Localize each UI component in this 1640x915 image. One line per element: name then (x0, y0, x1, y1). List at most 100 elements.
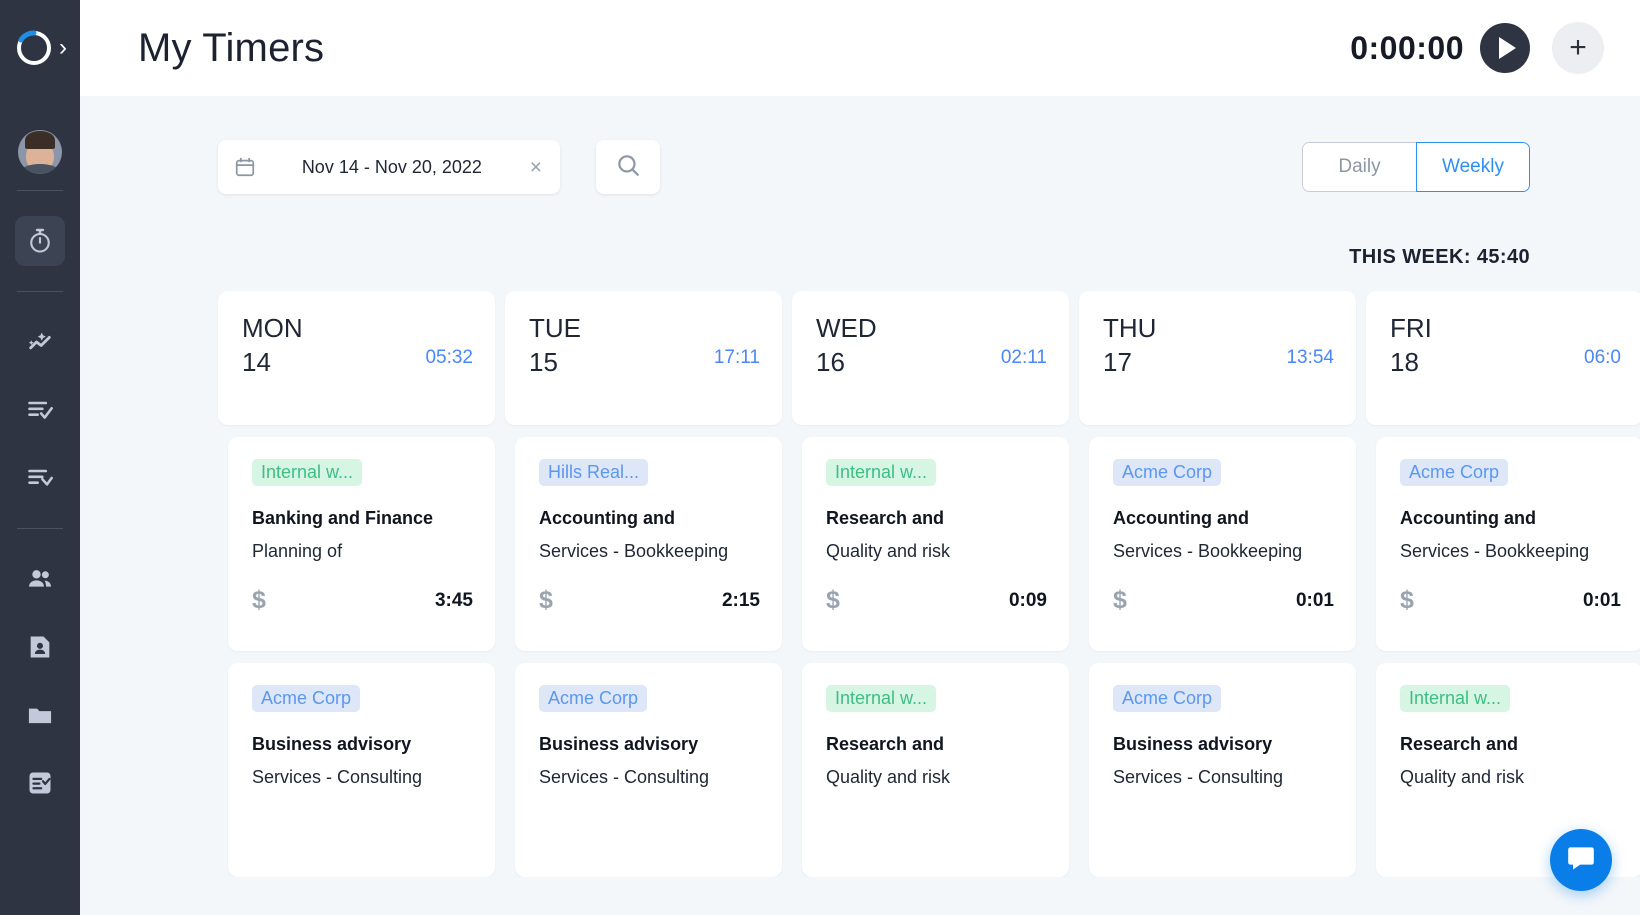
entry-description: Planning of (252, 541, 473, 562)
day-header-card[interactable]: THU 17 13:54 (1079, 291, 1356, 425)
entry-task: Research and (1400, 734, 1621, 755)
sidebar-item-tasks-done[interactable] (15, 385, 65, 435)
entry-description: Services - Consulting (252, 767, 473, 788)
entry-task: Banking and Finance (252, 508, 473, 529)
entry-description: Services - Consulting (539, 767, 760, 788)
sidebar-item-team[interactable] (15, 554, 65, 604)
entry-column: Hills Real... Accounting and Services - … (505, 425, 792, 651)
view-mode-toggle: Daily Weekly (1302, 142, 1530, 192)
timer-entry-row-1: Internal w... Banking and Finance Planni… (218, 425, 1640, 651)
day-header-card[interactable]: MON 14 05:32 (218, 291, 495, 425)
sidebar-divider-3 (17, 528, 63, 529)
main-area: My Timers 0:00:00 + (80, 0, 1640, 915)
page-title: My Timers (138, 26, 324, 71)
entry-task: Accounting and (1113, 508, 1334, 529)
timer-entry-card[interactable]: Internal w... Research and Quality and r… (802, 437, 1069, 651)
play-icon (1499, 37, 1516, 59)
entry-description: Quality and risk (1400, 767, 1621, 788)
sidebar-item-insights[interactable] (15, 317, 65, 367)
billable-dollar-icon[interactable]: $ (1113, 586, 1127, 615)
trend-sparkle-icon (26, 328, 54, 356)
timer-entry-card[interactable]: Hills Real... Accounting and Services - … (515, 437, 782, 651)
timer-entry-card[interactable]: Acme Corp Accounting and Services - Book… (1089, 437, 1356, 651)
entry-description: Services - Consulting (1113, 767, 1334, 788)
entry-task: Business advisory (1113, 734, 1334, 755)
day-column: TUE 15 17:11 (505, 291, 792, 425)
content-area: Nov 14 - Nov 20, 2022 × Daily Weekly (80, 96, 1640, 915)
timer-entry-card[interactable]: Internal w... Banking and Finance Planni… (228, 437, 495, 651)
sidebar-item-checklists[interactable] (15, 758, 65, 808)
sidebar-item-timer[interactable] (15, 216, 65, 266)
date-range-picker[interactable]: Nov 14 - Nov 20, 2022 × (218, 140, 560, 194)
sidebar-item-contacts[interactable] (15, 622, 65, 672)
client-tag: Acme Corp (539, 685, 647, 712)
view-mode-daily[interactable]: Daily (1302, 142, 1416, 192)
entry-description: Services - Bookkeeping (1113, 541, 1334, 562)
day-name: MON (242, 315, 473, 342)
start-timer-button[interactable] (1480, 23, 1530, 73)
entry-description: Quality and risk (826, 767, 1047, 788)
entry-task: Business advisory (539, 734, 760, 755)
day-column: THU 17 13:54 (1079, 291, 1366, 425)
calendar-icon (234, 156, 256, 178)
day-header-card[interactable]: FRI 18 06:0 (1366, 291, 1640, 425)
entry-footer: $ 0:09 (826, 586, 1047, 615)
entry-task: Research and (826, 734, 1047, 755)
clear-date-range-icon[interactable]: × (528, 157, 544, 178)
billable-dollar-icon[interactable]: $ (539, 586, 553, 615)
week-grid: MON 14 05:32 TUE 15 17:11 (80, 291, 1640, 877)
billable-dollar-icon[interactable]: $ (1400, 586, 1414, 615)
timer-entry-card[interactable]: Internal w... Research and Quality and r… (802, 663, 1069, 877)
sidebar-item-projects[interactable] (15, 690, 65, 740)
avatar-hair (25, 131, 55, 149)
list-check-icon (26, 396, 54, 424)
day-column: MON 14 05:32 (218, 291, 505, 425)
entry-description: Quality and risk (826, 541, 1047, 562)
day-total: 13:54 (1286, 347, 1334, 369)
day-total: 05:32 (425, 347, 473, 369)
stopwatch-icon (26, 227, 54, 255)
chat-launcher-button[interactable] (1550, 829, 1612, 891)
entry-task: Research and (826, 508, 1047, 529)
sidebar-expand-chevron-icon[interactable]: › (59, 36, 67, 60)
day-total: 02:11 (1001, 347, 1047, 369)
sidebar-item-tasks-pending[interactable] (15, 453, 65, 503)
day-header-card[interactable]: WED 16 02:11 (792, 291, 1069, 425)
day-name: WED (816, 315, 1047, 342)
list-chevron-icon (26, 464, 54, 492)
chat-icon (1565, 842, 1597, 879)
timer-entry-card[interactable]: Acme Corp Business advisory Services - C… (228, 663, 495, 877)
app-logo-icon (13, 27, 55, 69)
client-tag: Hills Real... (539, 459, 648, 486)
day-name: THU (1103, 315, 1334, 342)
timer-entry-card[interactable]: Acme Corp Business advisory Services - C… (1089, 663, 1356, 877)
entry-column: Acme Corp Business advisory Services - C… (505, 651, 792, 877)
folder-icon (26, 701, 54, 729)
entry-column: Acme Corp Accounting and Services - Book… (1366, 425, 1640, 651)
sidebar: › (0, 0, 80, 915)
day-total: 17:11 (714, 347, 760, 369)
timer-entry-card[interactable]: Acme Corp Business advisory Services - C… (515, 663, 782, 877)
entry-column: Internal w... Research and Quality and r… (792, 425, 1079, 651)
billable-dollar-icon[interactable]: $ (826, 586, 840, 615)
entry-duration: 2:15 (722, 590, 760, 612)
people-icon (26, 565, 54, 593)
add-timer-button[interactable]: + (1552, 22, 1604, 74)
entry-column: Internal w... Research and Quality and r… (792, 651, 1079, 877)
top-bar: My Timers 0:00:00 + (80, 0, 1640, 96)
client-tag: Internal w... (1400, 685, 1510, 712)
clipboard-check-icon (26, 769, 54, 797)
entry-footer: $ 0:01 (1400, 586, 1621, 615)
sidebar-logo[interactable]: › (0, 0, 80, 96)
day-name: TUE (529, 315, 760, 342)
search-button[interactable] (596, 140, 660, 194)
billable-dollar-icon[interactable]: $ (252, 586, 266, 615)
search-icon (615, 152, 641, 183)
view-mode-weekly[interactable]: Weekly (1416, 142, 1530, 192)
top-bar-actions: 0:00:00 + (1350, 22, 1604, 74)
timer-entry-card[interactable]: Acme Corp Accounting and Services - Book… (1376, 437, 1640, 651)
avatar[interactable] (18, 130, 62, 174)
entry-column: Acme Corp Business advisory Services - C… (218, 651, 505, 877)
client-tag: Internal w... (826, 459, 936, 486)
day-header-card[interactable]: TUE 15 17:11 (505, 291, 782, 425)
